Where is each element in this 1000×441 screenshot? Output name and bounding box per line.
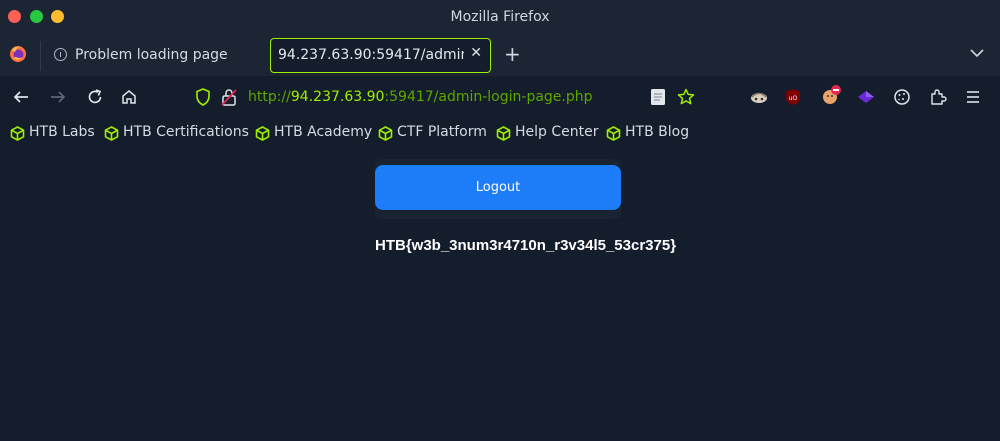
bookmark-label: Help Center <box>515 124 599 140</box>
htb-cube-icon <box>104 126 119 141</box>
tab-problem-loading[interactable]: Problem loading page <box>46 40 262 72</box>
extension-purple-icon[interactable] <box>857 88 875 106</box>
window-title: Mozilla Firefox <box>450 9 550 25</box>
extension-hacktools-icon[interactable] <box>749 88 769 106</box>
url-text[interactable]: http://94.237.63.90:59417/admin-login-pa… <box>248 89 593 105</box>
htb-cube-icon <box>10 126 25 141</box>
firefox-menu-icon[interactable] <box>9 45 27 63</box>
htb-cube-icon <box>378 126 393 141</box>
extensions-puzzle-icon[interactable] <box>929 88 947 106</box>
reload-icon[interactable] <box>86 88 104 106</box>
chevron-down-icon[interactable] <box>970 48 984 58</box>
bookmark-label: HTB Academy <box>274 124 373 140</box>
forward-arrow-icon[interactable] <box>49 88 67 106</box>
new-tab-button[interactable]: + <box>504 42 521 66</box>
reader-view-icon[interactable] <box>650 88 666 106</box>
tab-separator <box>40 41 41 71</box>
ublock-origin-icon[interactable]: uO <box>785 88 801 106</box>
tab-label: 94.237.63.90:59417/admin-l <box>278 47 464 63</box>
hamburger-menu-icon[interactable] <box>965 88 981 106</box>
url-host: 94.237.63.90 <box>290 89 385 105</box>
htb-cube-icon <box>606 126 621 141</box>
bookmark-label: HTB Blog <box>625 124 690 140</box>
url-protocol: http:// <box>248 89 291 105</box>
bookmark-label: HTB Certifications <box>123 124 249 140</box>
info-icon <box>54 48 67 61</box>
insecure-lock-icon[interactable] <box>221 88 237 106</box>
bookmark-label: HTB Labs <box>29 124 95 140</box>
logout-button[interactable]: Logout <box>375 165 621 210</box>
tab-admin-login[interactable]: 94.237.63.90:59417/admin-l ✕ <box>270 38 491 73</box>
bookmark-label: CTF Platform <box>397 124 487 140</box>
htb-cube-icon <box>496 126 511 141</box>
svg-text:uO: uO <box>789 95 798 102</box>
extension-avatar-icon[interactable] <box>820 84 842 106</box>
flag-text: HTB{w3b_3num3r4710n_r3v34l5_53cr375} <box>375 237 677 254</box>
tab-label: Problem loading page <box>75 47 228 63</box>
bookmark-star-icon[interactable] <box>677 88 695 106</box>
close-tab-icon[interactable]: ✕ <box>470 45 482 61</box>
cookie-icon[interactable] <box>893 88 911 106</box>
home-icon[interactable] <box>120 88 138 106</box>
back-arrow-icon[interactable] <box>12 88 30 106</box>
htb-cube-icon <box>255 126 270 141</box>
url-path: :59417/admin-login-page.php <box>384 89 593 105</box>
shield-icon[interactable] <box>195 88 211 106</box>
